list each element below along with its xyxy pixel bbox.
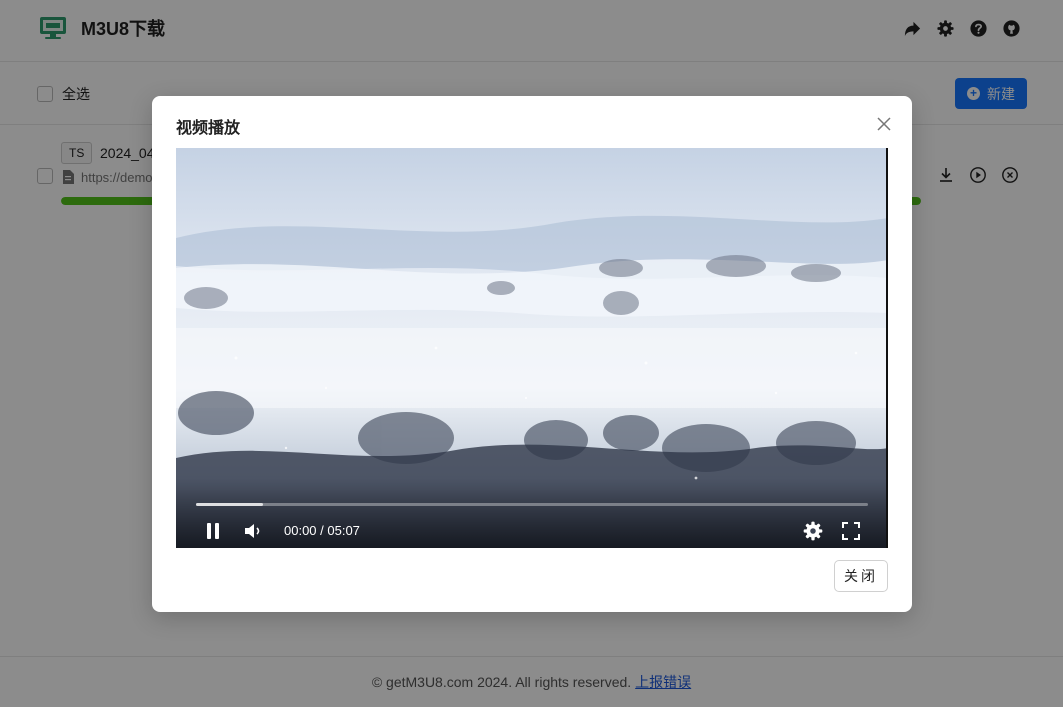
video-player-modal: 视频播放 00:00 / 05:07 关闭 xyxy=(152,96,912,612)
modal-title: 视频播放 xyxy=(176,120,241,137)
close-icon[interactable] xyxy=(875,115,893,133)
video-player[interactable]: 00:00 / 05:07 xyxy=(176,148,888,548)
volume-icon[interactable] xyxy=(242,520,264,542)
settings-gear-icon[interactable] xyxy=(802,520,824,542)
player-controls: 00:00 / 05:07 xyxy=(176,492,886,548)
fullscreen-icon[interactable] xyxy=(840,520,862,542)
pause-icon[interactable] xyxy=(202,520,224,542)
seek-bar[interactable] xyxy=(196,503,868,506)
video-frame xyxy=(176,148,886,548)
time-display: 00:00 / 05:07 xyxy=(284,523,360,538)
close-modal-button[interactable]: 关闭 xyxy=(834,560,888,592)
seek-buffered xyxy=(196,503,264,506)
